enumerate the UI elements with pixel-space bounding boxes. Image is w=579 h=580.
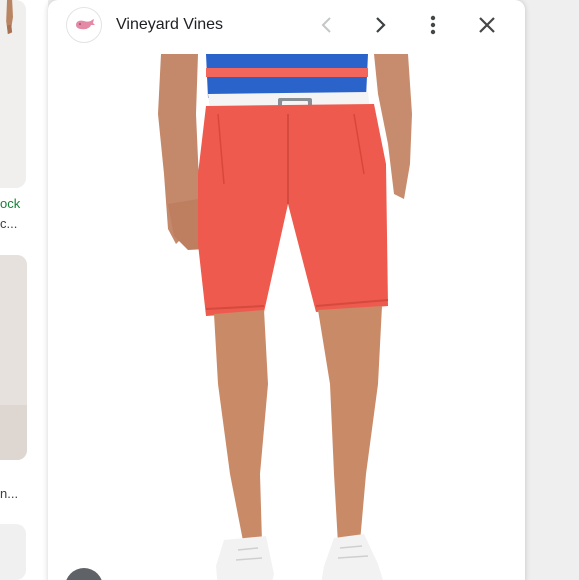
image-search-screen: ock c... n... Vineyard Vines	[0, 0, 579, 580]
more-vert-icon	[430, 15, 436, 35]
vineyard-vines-whale-icon	[76, 19, 95, 30]
site-name[interactable]: Vineyard Vines	[116, 15, 223, 35]
background-results-column: ock c... n...	[0, 0, 48, 580]
image-preview-panel: Vineyard Vines	[48, 0, 525, 580]
product-photo	[48, 54, 525, 580]
close-icon	[479, 17, 495, 33]
close-button[interactable]	[471, 9, 503, 41]
chevron-left-icon	[321, 17, 331, 33]
more-options-button[interactable]	[417, 9, 449, 41]
result-title-label[interactable]: c...	[0, 216, 17, 232]
result-source-label[interactable]: ock	[0, 196, 20, 212]
previous-button[interactable]	[311, 9, 343, 41]
chevron-right-icon	[376, 17, 386, 33]
result-thumbnail-image	[0, 255, 27, 460]
result-thumbnail-image	[4, 0, 16, 80]
preview-header: Vineyard Vines	[48, 0, 525, 50]
next-button[interactable]	[364, 9, 396, 41]
site-favicon[interactable]	[66, 7, 102, 43]
result-title-label[interactable]: n...	[0, 486, 18, 502]
result-thumbnail[interactable]	[0, 255, 27, 460]
result-thumbnail[interactable]	[0, 0, 26, 188]
product-image[interactable]	[48, 54, 525, 580]
result-thumbnail[interactable]	[0, 524, 26, 580]
